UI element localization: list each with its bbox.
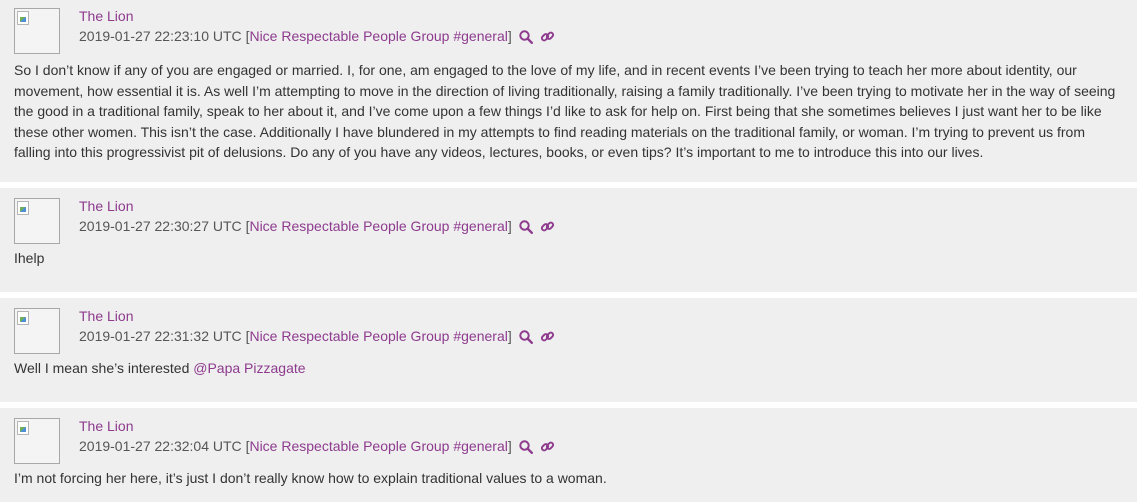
avatar[interactable] [14,308,60,354]
message: The Lion 2019-01-27 22:30:27 UTC [Nice R… [0,188,1137,292]
broken-image-icon [17,11,29,25]
message-author[interactable]: The Lion [79,198,133,214]
message-meta: 2019-01-27 22:32:04 UTC [Nice Respectabl… [79,438,555,455]
bracket-close: ] [507,438,512,454]
group-link[interactable]: Nice Respectable People Group #general [249,328,507,344]
search-icon[interactable] [519,30,533,45]
message-timestamp: 2019-01-27 22:32:04 UTC [79,438,242,454]
message-meta: 2019-01-27 22:23:10 UTC [Nice Respectabl… [79,28,555,45]
user-mention[interactable]: @Papa Pizzagate [193,360,305,376]
message-text: Well I mean she’s interested @Papa Pizza… [14,358,1121,379]
search-icon[interactable] [519,330,533,345]
link-icon[interactable] [540,329,555,344]
group-link[interactable]: Nice Respectable People Group #general [249,218,507,234]
group-link[interactable]: Nice Respectable People Group #general [249,438,507,454]
message-timestamp: 2019-01-27 22:30:27 UTC [79,218,242,234]
broken-image-icon [17,311,29,325]
message-text: I’m not forcing her here, it’s just I do… [14,470,607,486]
message: The Lion 2019-01-27 22:23:10 UTC [Nice R… [0,0,1137,182]
broken-image-icon [17,201,29,215]
link-icon[interactable] [540,219,555,234]
search-icon[interactable] [519,220,533,235]
message-meta: 2019-01-27 22:30:27 UTC [Nice Respectabl… [79,218,555,235]
avatar[interactable] [14,198,60,244]
bracket-close: ] [507,28,512,44]
avatar[interactable] [14,418,60,464]
message-author[interactable]: The Lion [79,418,133,434]
message-author[interactable]: The Lion [79,8,133,24]
message: The Lion 2019-01-27 22:32:04 UTC [Nice R… [0,408,1137,502]
link-icon[interactable] [540,439,555,454]
search-icon[interactable] [519,440,533,455]
message-author[interactable]: The Lion [79,308,133,324]
bracket-close: ] [507,328,512,344]
message-text-content: Well I mean she’s interested [14,360,194,376]
group-link[interactable]: Nice Respectable People Group #general [249,28,507,44]
bracket-close: ] [507,218,512,234]
message-meta: 2019-01-27 22:31:32 UTC [Nice Respectabl… [79,328,555,345]
message-timestamp: 2019-01-27 22:23:10 UTC [79,28,242,44]
message-timestamp: 2019-01-27 22:31:32 UTC [79,328,242,344]
avatar[interactable] [14,8,60,54]
message-text: Ihelp [14,250,45,266]
message-text: So I don’t know if any of you are engage… [14,62,1116,160]
broken-image-icon [17,421,29,435]
link-icon[interactable] [540,29,555,44]
message: The Lion 2019-01-27 22:31:32 UTC [Nice R… [0,298,1137,402]
